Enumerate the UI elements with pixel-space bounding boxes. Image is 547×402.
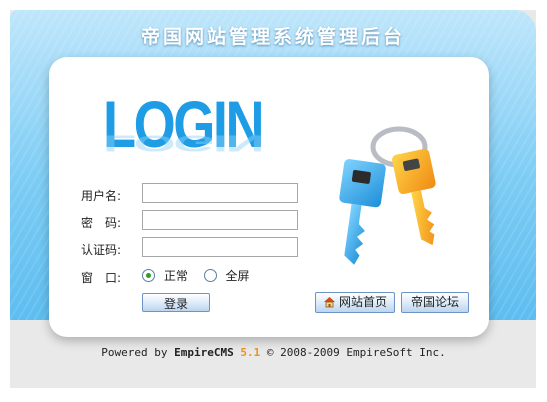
footer-credit: Powered by EmpireCMS 5.1 © 2008-2009 Emp… xyxy=(0,346,547,359)
username-input[interactable] xyxy=(142,183,298,203)
home-link-label: 网站首页 xyxy=(338,295,387,309)
home-icon xyxy=(323,295,336,314)
radio-fullscreen[interactable] xyxy=(203,269,217,282)
radio-normal[interactable] xyxy=(142,269,155,282)
login-logo-reflection: LOGIN xyxy=(103,130,263,157)
password-input[interactable] xyxy=(142,210,298,230)
powered-by-text: Powered by xyxy=(101,346,168,359)
keys-icon xyxy=(339,126,436,265)
copyright-text: © 2008-2009 EmpireSoft Inc. xyxy=(266,346,446,359)
captcha-input[interactable] xyxy=(142,237,298,257)
home-link-button[interactable]: 网站首页 xyxy=(315,292,395,313)
radio-fullscreen-label: 全屏 xyxy=(225,269,250,283)
login-card: LOGIN LOGIN 用户名: 密 码: 认证码: 窗 口: 正常 全屏 登录 xyxy=(49,57,489,337)
page-title: 帝国网站管理系统管理后台 xyxy=(140,26,405,48)
window-mode-options: 正常 全屏 xyxy=(142,267,250,284)
radio-normal-label: 正常 xyxy=(163,269,188,283)
login-button[interactable]: 登录 xyxy=(142,293,210,312)
login-frame: 帝国网站管理系统管理后台 LOGIN LOGIN 用户名: 密 码: 认证码: … xyxy=(10,10,536,388)
username-label: 用户名: xyxy=(81,189,122,203)
forum-link-button[interactable]: 帝国论坛 xyxy=(401,292,469,313)
password-label: 密 码: xyxy=(81,216,122,230)
brand-name: EmpireCMS xyxy=(174,346,234,359)
window-mode-label: 窗 口: xyxy=(81,271,122,285)
captcha-label: 认证码: xyxy=(81,243,122,257)
version-number: 5.1 xyxy=(240,346,261,359)
